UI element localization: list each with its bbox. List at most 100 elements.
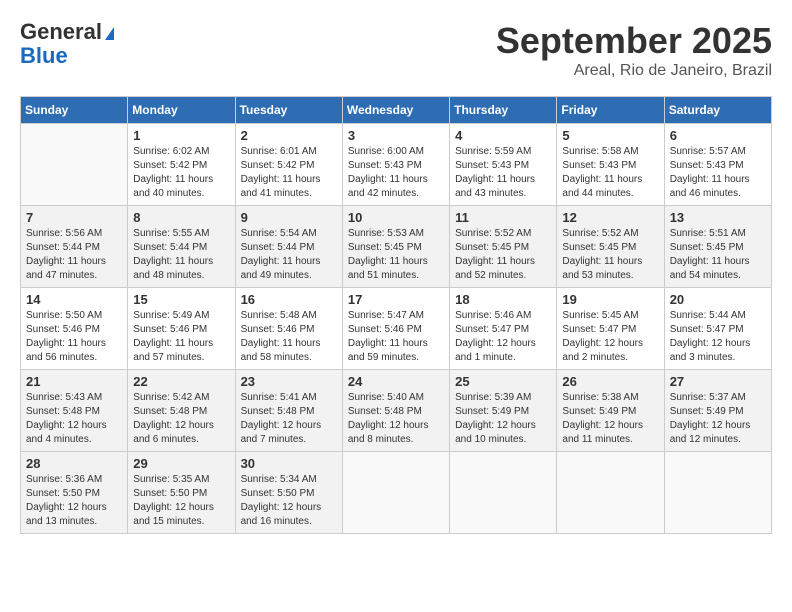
day-info: Sunrise: 5:38 AM Sunset: 5:49 PM Dayligh… (562, 391, 658, 447)
day-number: 2 (241, 128, 337, 143)
day-info: Sunrise: 5:42 AM Sunset: 5:48 PM Dayligh… (133, 391, 229, 447)
calendar-cell: 30Sunrise: 5:34 AM Sunset: 5:50 PM Dayli… (235, 452, 342, 534)
day-info: Sunrise: 5:52 AM Sunset: 5:45 PM Dayligh… (455, 227, 551, 283)
day-info: Sunrise: 5:51 AM Sunset: 5:45 PM Dayligh… (670, 227, 766, 283)
calendar-week-row: 7 Sunrise: 5:56 AM Sunset: 5:44 PM Daylig… (21, 206, 772, 288)
day-number: 8 (133, 210, 229, 225)
calendar-cell (450, 452, 557, 534)
day-number: 24 (348, 374, 444, 389)
day-info: Sunrise: 5:35 AM Sunset: 5:50 PM Dayligh… (133, 473, 229, 529)
day-number: 3 (348, 128, 444, 143)
day-info: Sunrise: 5:53 AM Sunset: 5:45 PM Dayligh… (348, 227, 444, 283)
calendar-cell: 20Sunrise: 5:44 AM Sunset: 5:47 PM Dayli… (664, 288, 771, 370)
day-number: 4 (455, 128, 551, 143)
calendar-day-header: Thursday (450, 97, 557, 124)
day-number: 26 (562, 374, 658, 389)
calendar-cell: 7 Sunrise: 5:56 AM Sunset: 5:44 PM Daylig… (21, 206, 128, 288)
day-info: Sunrise: 5:47 AM Sunset: 5:46 PM Dayligh… (348, 309, 444, 365)
day-number: 19 (562, 292, 658, 307)
calendar-cell: 12 Sunrise: 5:52 AM Sunset: 5:45 PM Dayli… (557, 206, 664, 288)
location-text: Areal, Rio de Janeiro, Brazil (496, 62, 772, 80)
calendar-cell: 3 Sunrise: 6:00 AM Sunset: 5:43 PM Daylig… (342, 124, 449, 206)
day-info: Sunrise: 5:56 AM Sunset: 5:44 PM Dayligh… (26, 227, 122, 283)
calendar-week-row: 21Sunrise: 5:43 AM Sunset: 5:48 PM Dayli… (21, 370, 772, 452)
day-number: 16 (241, 292, 337, 307)
calendar-cell: 14 Sunrise: 5:50 AM Sunset: 5:46 PM Dayli… (21, 288, 128, 370)
day-number: 7 (26, 210, 122, 225)
logo-blue-text: Blue (20, 44, 114, 68)
logo: General Blue (20, 20, 114, 68)
calendar-cell: 5 Sunrise: 5:58 AM Sunset: 5:43 PM Daylig… (557, 124, 664, 206)
day-info: Sunrise: 5:59 AM Sunset: 5:43 PM Dayligh… (455, 145, 551, 201)
calendar-cell: 1 Sunrise: 6:02 AM Sunset: 5:42 PM Daylig… (128, 124, 235, 206)
calendar-day-header: Sunday (21, 97, 128, 124)
day-number: 12 (562, 210, 658, 225)
calendar-cell: 11 Sunrise: 5:52 AM Sunset: 5:45 PM Dayli… (450, 206, 557, 288)
calendar-cell: 15 Sunrise: 5:49 AM Sunset: 5:46 PM Dayli… (128, 288, 235, 370)
calendar-cell: 18Sunrise: 5:46 AM Sunset: 5:47 PM Dayli… (450, 288, 557, 370)
calendar-cell: 17 Sunrise: 5:47 AM Sunset: 5:46 PM Dayli… (342, 288, 449, 370)
day-info: Sunrise: 5:48 AM Sunset: 5:46 PM Dayligh… (241, 309, 337, 365)
day-number: 14 (26, 292, 122, 307)
day-number: 27 (670, 374, 766, 389)
day-info: Sunrise: 5:36 AM Sunset: 5:50 PM Dayligh… (26, 473, 122, 529)
day-info: Sunrise: 5:44 AM Sunset: 5:47 PM Dayligh… (670, 309, 766, 365)
day-number: 5 (562, 128, 658, 143)
day-info: Sunrise: 5:57 AM Sunset: 5:43 PM Dayligh… (670, 145, 766, 201)
calendar-table: SundayMondayTuesdayWednesdayThursdayFrid… (20, 96, 772, 534)
calendar-week-row: 28 Sunrise: 5:36 AM Sunset: 5:50 PM Dayli… (21, 452, 772, 534)
calendar-day-header: Friday (557, 97, 664, 124)
title-area: September 2025 Areal, Rio de Janeiro, Br… (496, 20, 772, 80)
day-info: Sunrise: 5:45 AM Sunset: 5:47 PM Dayligh… (562, 309, 658, 365)
day-number: 25 (455, 374, 551, 389)
day-info: Sunrise: 6:01 AM Sunset: 5:42 PM Dayligh… (241, 145, 337, 201)
day-info: Sunrise: 6:00 AM Sunset: 5:43 PM Dayligh… (348, 145, 444, 201)
day-info: Sunrise: 5:40 AM Sunset: 5:48 PM Dayligh… (348, 391, 444, 447)
calendar-day-header: Monday (128, 97, 235, 124)
calendar-cell: 8 Sunrise: 5:55 AM Sunset: 5:44 PM Daylig… (128, 206, 235, 288)
calendar-cell: 23Sunrise: 5:41 AM Sunset: 5:48 PM Dayli… (235, 370, 342, 452)
day-info: Sunrise: 5:34 AM Sunset: 5:50 PM Dayligh… (241, 473, 337, 529)
calendar-cell: 26 Sunrise: 5:38 AM Sunset: 5:49 PM Dayli… (557, 370, 664, 452)
calendar-cell: 29 Sunrise: 5:35 AM Sunset: 5:50 PM Dayli… (128, 452, 235, 534)
logo-general-text: General (20, 19, 102, 44)
calendar-cell (557, 452, 664, 534)
day-number: 15 (133, 292, 229, 307)
day-number: 17 (348, 292, 444, 307)
day-number: 23 (241, 374, 337, 389)
calendar-header-row: SundayMondayTuesdayWednesdayThursdayFrid… (21, 97, 772, 124)
day-number: 9 (241, 210, 337, 225)
calendar-cell: 19 Sunrise: 5:45 AM Sunset: 5:47 PM Dayli… (557, 288, 664, 370)
calendar-cell: 21Sunrise: 5:43 AM Sunset: 5:48 PM Dayli… (21, 370, 128, 452)
calendar-cell: 6Sunrise: 5:57 AM Sunset: 5:43 PM Daylig… (664, 124, 771, 206)
calendar-day-header: Tuesday (235, 97, 342, 124)
day-number: 22 (133, 374, 229, 389)
calendar-cell: 28 Sunrise: 5:36 AM Sunset: 5:50 PM Dayli… (21, 452, 128, 534)
calendar-cell: 16 Sunrise: 5:48 AM Sunset: 5:46 PM Dayli… (235, 288, 342, 370)
calendar-cell: 24 Sunrise: 5:40 AM Sunset: 5:48 PM Dayli… (342, 370, 449, 452)
calendar-cell: 13 Sunrise: 5:51 AM Sunset: 5:45 PM Dayli… (664, 206, 771, 288)
day-number: 18 (455, 292, 551, 307)
calendar-cell (664, 452, 771, 534)
day-number: 10 (348, 210, 444, 225)
day-number: 13 (670, 210, 766, 225)
day-info: Sunrise: 5:55 AM Sunset: 5:44 PM Dayligh… (133, 227, 229, 283)
page-header: General Blue September 2025 Areal, Rio d… (20, 20, 772, 80)
day-info: Sunrise: 5:50 AM Sunset: 5:46 PM Dayligh… (26, 309, 122, 365)
day-info: Sunrise: 5:49 AM Sunset: 5:46 PM Dayligh… (133, 309, 229, 365)
day-info: Sunrise: 5:52 AM Sunset: 5:45 PM Dayligh… (562, 227, 658, 283)
day-info: Sunrise: 5:54 AM Sunset: 5:44 PM Dayligh… (241, 227, 337, 283)
day-info: Sunrise: 6:02 AM Sunset: 5:42 PM Dayligh… (133, 145, 229, 201)
calendar-cell: 10 Sunrise: 5:53 AM Sunset: 5:45 PM Dayli… (342, 206, 449, 288)
calendar-cell: 2 Sunrise: 6:01 AM Sunset: 5:42 PM Daylig… (235, 124, 342, 206)
calendar-cell (342, 452, 449, 534)
calendar-cell: 22 Sunrise: 5:42 AM Sunset: 5:48 PM Dayli… (128, 370, 235, 452)
day-number: 29 (133, 456, 229, 471)
day-number: 1 (133, 128, 229, 143)
calendar-cell (21, 124, 128, 206)
calendar-week-row: 14 Sunrise: 5:50 AM Sunset: 5:46 PM Dayli… (21, 288, 772, 370)
day-info: Sunrise: 5:58 AM Sunset: 5:43 PM Dayligh… (562, 145, 658, 201)
day-number: 28 (26, 456, 122, 471)
day-info: Sunrise: 5:37 AM Sunset: 5:49 PM Dayligh… (670, 391, 766, 447)
day-number: 11 (455, 210, 551, 225)
